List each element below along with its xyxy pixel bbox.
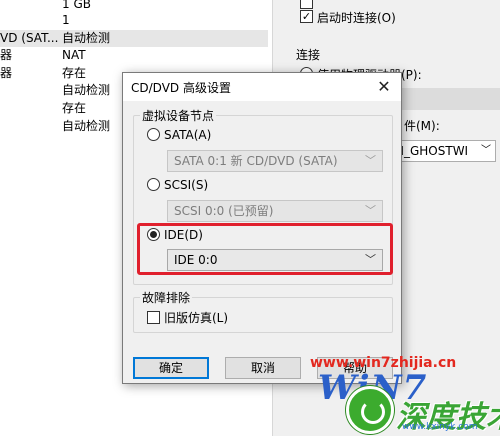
- dialog-title: CD/DVD 高级设置: [131, 81, 231, 95]
- ide-node-select[interactable]: IDE 0:0 ﹀: [167, 249, 383, 271]
- ide-radio[interactable]: [147, 228, 160, 241]
- chevron-down-icon: ﹀: [365, 253, 376, 266]
- connect-at-power-on-checkbox[interactable]: ✓: [300, 10, 313, 23]
- sata-radio-label: SATA(A): [164, 128, 212, 142]
- cancel-button[interactable]: 取消: [225, 357, 301, 379]
- troubleshooting-legend: 故障排除: [140, 289, 193, 306]
- hardware-row-cd-dvd[interactable]: VD (SAT... 自动检测: [0, 30, 268, 47]
- chevron-down-icon: ﹀: [365, 204, 376, 217]
- dialog-titlebar[interactable]: CD/DVD 高级设置 ✕: [123, 73, 401, 101]
- sata-node-select: SATA 0:1 新 CD/DVD (SATA) ﹀: [167, 150, 383, 172]
- close-icon[interactable]: ✕: [367, 73, 401, 101]
- legacy-emulation-label: 旧版仿真(L): [164, 311, 229, 325]
- connect-at-power-on-label: 启动时连接(O): [317, 11, 396, 25]
- connected-checkbox[interactable]: [300, 0, 313, 9]
- scsi-node-select: SCSI 0:0 (已预留) ﹀: [167, 200, 383, 222]
- ok-button[interactable]: 确定: [133, 357, 209, 379]
- scsi-radio[interactable]: [147, 178, 160, 191]
- power-logo-icon: [346, 386, 394, 434]
- scsi-radio-label: SCSI(S): [164, 178, 209, 192]
- legacy-emulation-checkbox[interactable]: [147, 311, 160, 324]
- ide-radio-label: IDE(D): [164, 228, 203, 242]
- iso-file-combo[interactable]: N_GHOSTWI ﹀: [390, 140, 496, 162]
- hardware-row-network-adapter[interactable]: 器 NAT: [0, 47, 268, 64]
- watermark-site: www.kxinyk.com: [402, 422, 478, 432]
- connection-group-label: 连接: [296, 48, 321, 62]
- cd-dvd-advanced-dialog: CD/DVD 高级设置 ✕ 虚拟设备节点 SATA(A) SATA 0:1 新 …: [122, 72, 402, 384]
- watermark-url: www.win7zhijia.cn: [310, 355, 457, 371]
- hardware-row-processors[interactable]: 1: [0, 12, 268, 29]
- iso-file-label: 件(M):: [404, 119, 440, 133]
- chevron-down-icon: ﹀: [365, 154, 376, 167]
- chevron-down-icon: ﹀: [481, 145, 491, 156]
- sata-radio[interactable]: [147, 128, 160, 141]
- virtual-device-node-legend: 虚拟设备节点: [140, 107, 217, 124]
